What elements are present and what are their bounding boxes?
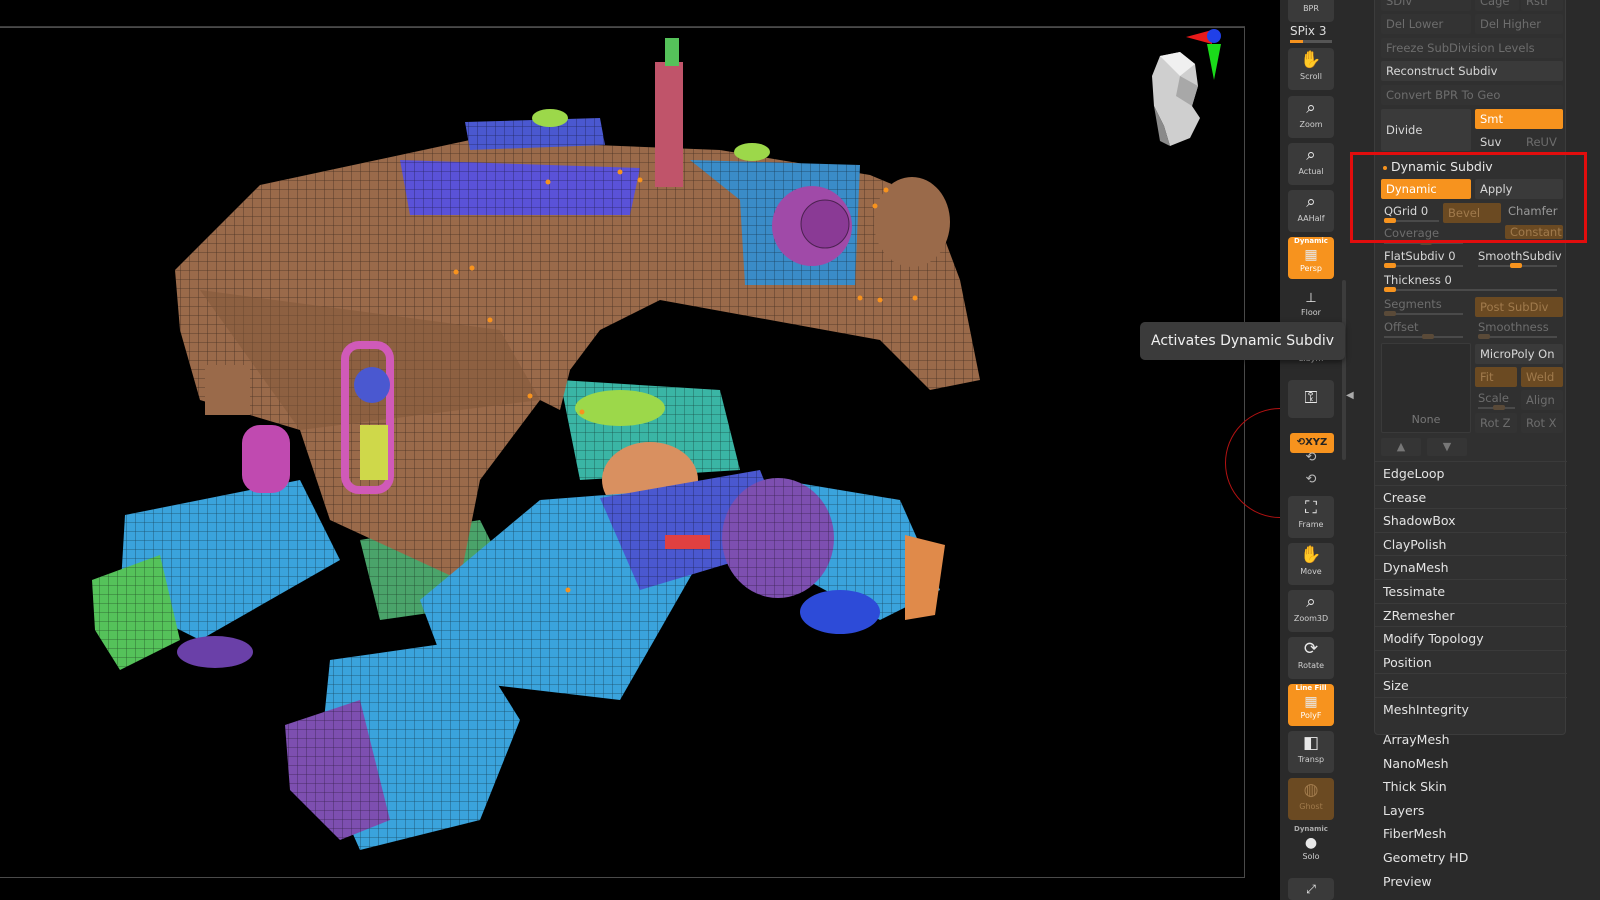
geometry-subpalette: SDiv Cage Rstr Del Lower Del Higher Free…: [1374, 0, 1567, 735]
freeze-subdivision-button[interactable]: Freeze SubDivision Levels: [1381, 38, 1563, 58]
rstr-button[interactable]: Rstr: [1521, 0, 1563, 11]
polyf-button[interactable]: Line Fill ▦ PolyF: [1288, 684, 1334, 726]
flatsubdiv-slider[interactable]: FlatSubdiv 0: [1381, 248, 1471, 268]
transp-button[interactable]: ◧ Transp: [1288, 731, 1334, 773]
offset-slider[interactable]: Offset: [1381, 319, 1471, 339]
menu-nanomesh[interactable]: NanoMesh: [1383, 754, 1449, 774]
perspective-grid-icon: ▦: [1304, 247, 1318, 263]
hand-scroll-icon: ✋: [1300, 50, 1322, 70]
scroll-button[interactable]: ✋ Scroll: [1288, 48, 1334, 90]
shelf-extra-button[interactable]: ⤢: [1288, 878, 1334, 900]
ghost-button[interactable]: ◍ Ghost: [1288, 778, 1334, 820]
zoom-button[interactable]: ⌕ Zoom: [1288, 96, 1334, 138]
expand-icon: ⤢: [1306, 882, 1316, 896]
magnifier-actual-icon: ⌕: [1306, 145, 1316, 165]
spix-slider-track[interactable]: [1290, 40, 1332, 43]
actual-button[interactable]: ⌕ Actual: [1288, 143, 1334, 185]
micropoly-preview[interactable]: None: [1381, 343, 1471, 433]
local-transform-button[interactable]: ⚿: [1288, 380, 1334, 418]
tooltip: Activates Dynamic Subdiv: [1140, 322, 1345, 360]
menu-preview[interactable]: Preview: [1383, 872, 1432, 892]
del-lower-button[interactable]: Del Lower: [1381, 14, 1471, 34]
solo-icon: ●: [1304, 835, 1318, 851]
arrow-down-icon: ▼: [1442, 440, 1452, 453]
reconstruct-subdiv-button[interactable]: Reconstruct Subdiv: [1381, 61, 1563, 81]
zoom3d-button[interactable]: ⌕ Zoom3D: [1288, 590, 1334, 632]
weld-toggle[interactable]: Weld: [1521, 367, 1563, 387]
rotx-button[interactable]: Rot X: [1521, 413, 1563, 433]
sdiv-slider[interactable]: SDiv: [1381, 0, 1471, 11]
post-subdiv-toggle[interactable]: Post SubDiv: [1475, 297, 1563, 317]
section-crease[interactable]: Crease: [1375, 484, 1567, 508]
prev-arrow-button[interactable]: ▲: [1381, 438, 1421, 456]
menu-thick-skin[interactable]: Thick Skin: [1383, 777, 1447, 797]
y-rotate-icon[interactable]: ⟲: [1288, 450, 1334, 465]
fit-toggle[interactable]: Fit: [1475, 367, 1517, 387]
zbrush-window: ▤ BPR SPix 3 ✋ Scroll ⌕ Zoom ⌕ Actual ⌕ …: [0, 0, 1600, 900]
micropoly-toggle[interactable]: MicroPoly On: [1475, 344, 1563, 364]
scale-slider[interactable]: Scale: [1475, 390, 1517, 410]
collapse-arrow-icon[interactable]: ◀: [1346, 390, 1354, 401]
menu-geometry-hd[interactable]: Geometry HD: [1383, 848, 1468, 868]
segments-slider[interactable]: Segments: [1381, 296, 1471, 316]
solo-button[interactable]: Dynamic ● Solo: [1288, 825, 1334, 867]
smt-toggle[interactable]: Smt: [1475, 109, 1563, 129]
shelf-divider-handle[interactable]: [1342, 280, 1346, 460]
persp-button[interactable]: Dynamic ▦ Persp: [1288, 237, 1334, 279]
section-claypolish[interactable]: ClayPolish: [1375, 531, 1567, 555]
rotate-button[interactable]: ⟳ Rotate: [1288, 637, 1334, 679]
menu-arraymesh[interactable]: ArrayMesh: [1383, 730, 1450, 750]
aahalf-button[interactable]: ⌕ AAHalf: [1288, 190, 1334, 232]
spix-slider-label[interactable]: SPix 3: [1290, 24, 1326, 38]
tool-panel: SDiv Cage Rstr Del Lower Del Higher Free…: [1368, 0, 1600, 900]
smoothsubdiv-slider[interactable]: SmoothSubdiv: [1475, 248, 1565, 268]
magnifier-aahalf-icon: ⌕: [1306, 192, 1316, 212]
section-size[interactable]: Size: [1375, 673, 1567, 696]
ghost-icon: ◍: [1303, 780, 1319, 800]
leg-left-rear: [92, 480, 340, 670]
section-zremesher[interactable]: ZRemesher: [1375, 602, 1567, 626]
cage-button[interactable]: Cage: [1475, 0, 1519, 11]
smoothness-slider[interactable]: Smoothness: [1475, 319, 1565, 339]
align-button[interactable]: Align: [1521, 390, 1563, 410]
section-dynamesh[interactable]: DynaMesh: [1375, 555, 1567, 578]
bpr-button[interactable]: ▤ BPR: [1288, 0, 1334, 22]
rotate-hand-icon: ⟳: [1303, 639, 1319, 659]
viewport[interactable]: [0, 0, 1280, 900]
reuv-button[interactable]: ReUV: [1521, 132, 1563, 152]
section-meshintegrity[interactable]: MeshIntegrity: [1375, 697, 1567, 720]
floor-icon: ⊥: [1305, 291, 1317, 306]
arrow-up-icon: ▲: [1396, 440, 1406, 453]
magnifier-icon: ⌕: [1306, 98, 1316, 118]
mech-model-render[interactable]: [0, 0, 1245, 900]
polyframe-grid-icon: ▦: [1304, 694, 1318, 710]
section-position[interactable]: Position: [1375, 649, 1567, 673]
xyz-rotate-icon: ⟲: [1296, 437, 1306, 448]
rotz-button[interactable]: Rot Z: [1475, 413, 1517, 433]
frame-button[interactable]: ⛶ Frame: [1288, 496, 1334, 538]
menu-layers[interactable]: Layers: [1383, 801, 1424, 821]
hand-move-icon: ✋: [1300, 545, 1322, 565]
del-higher-button[interactable]: Del Higher: [1475, 14, 1563, 34]
lock-transform-icon: ⚿: [1304, 388, 1318, 408]
section-edgeloop[interactable]: EdgeLoop: [1375, 461, 1567, 484]
divide-button[interactable]: Divide: [1381, 109, 1471, 151]
z-rotate-icon[interactable]: ⟲: [1288, 472, 1334, 487]
axis-gizmo-icon[interactable]: [1186, 22, 1246, 92]
convert-bpr-button[interactable]: Convert BPR To Geo: [1381, 85, 1563, 105]
floor-button[interactable]: ⊥ Floor: [1288, 290, 1334, 320]
move-button[interactable]: ✋ Move: [1288, 543, 1334, 585]
section-shadowbox[interactable]: ShadowBox: [1375, 508, 1567, 531]
thickness-slider[interactable]: Thickness 0: [1381, 272, 1563, 292]
frame-icon: ⛶: [1305, 498, 1317, 518]
magnifier-3d-icon: ⌕: [1306, 592, 1316, 612]
right-shelf: ▤ BPR SPix 3 ✋ Scroll ⌕ Zoom ⌕ Actual ⌕ …: [1280, 0, 1368, 900]
next-arrow-button[interactable]: ▼: [1427, 438, 1467, 456]
section-modify-topology[interactable]: Modify Topology: [1375, 626, 1567, 649]
section-tessimate[interactable]: Tessimate: [1375, 579, 1567, 602]
transparency-icon: ◧: [1302, 733, 1320, 753]
suv-toggle[interactable]: Suv: [1475, 132, 1517, 152]
highlight-box-annotation: [1350, 152, 1587, 243]
menu-fibermesh[interactable]: FiberMesh: [1383, 824, 1446, 844]
